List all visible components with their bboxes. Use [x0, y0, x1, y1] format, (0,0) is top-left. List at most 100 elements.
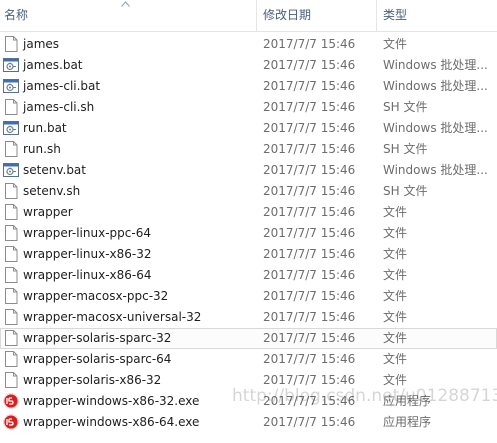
- file-modified-date: 2017/7/7 15:46: [263, 352, 356, 366]
- file-row[interactable]: run.bat 2017/7/7 15:46 Windows 批处理...: [0, 118, 497, 139]
- file-modified-date: 2017/7/7 15:46: [263, 289, 356, 303]
- file-type: Windows 批处理...: [383, 163, 488, 177]
- batch-file-icon: [3, 162, 19, 178]
- file-modified-date: 2017/7/7 15:46: [263, 331, 356, 345]
- file-type: 文件: [383, 37, 408, 51]
- blank-file-icon: [3, 99, 19, 115]
- file-name: setenv.bat: [23, 163, 86, 177]
- file-name: run.bat: [23, 121, 67, 135]
- file-row[interactable]: wrapper-windows-x86-64.exe 2017/7/7 15:46…: [0, 412, 497, 433]
- file-modified-date: 2017/7/7 15:46: [263, 37, 356, 51]
- column-header-type[interactable]: 类型: [383, 0, 407, 31]
- file-modified-date: 2017/7/7 15:46: [263, 205, 356, 219]
- column-divider[interactable]: [256, 0, 257, 31]
- file-type: Windows 批处理...: [383, 121, 488, 135]
- file-modified-date: 2017/7/7 15:46: [263, 268, 356, 282]
- file-type: 文件: [383, 226, 408, 240]
- file-name: james-cli.bat: [23, 79, 101, 93]
- blank-file-icon: [3, 204, 19, 220]
- file-row[interactable]: wrapper-linux-x86-32 2017/7/7 15:46 文件: [0, 244, 497, 265]
- file-modified-date: 2017/7/7 15:46: [263, 142, 356, 156]
- file-modified-date: 2017/7/7 15:46: [263, 184, 356, 198]
- file-row[interactable]: setenv.sh 2017/7/7 15:46 SH 文件: [0, 181, 497, 202]
- batch-file-icon: [3, 57, 19, 73]
- file-name: wrapper-macosx-ppc-32: [23, 289, 169, 303]
- file-list: james 2017/7/7 15:46 文件 james.bat 2017/7/7 1…: [0, 34, 497, 433]
- file-name: wrapper-windows-x86-64.exe: [23, 415, 200, 429]
- column-divider[interactable]: [376, 0, 377, 31]
- file-modified-date: 2017/7/7 15:46: [263, 310, 356, 324]
- file-modified-date: 2017/7/7 15:46: [263, 394, 356, 408]
- file-row[interactable]: wrapper-linux-ppc-64 2017/7/7 15:46 文件: [0, 223, 497, 244]
- file-modified-date: 2017/7/7 15:46: [263, 100, 356, 114]
- blank-file-icon: [3, 309, 19, 325]
- file-name: wrapper-windows-x86-32.exe: [23, 394, 200, 408]
- file-type: 文件: [383, 310, 408, 324]
- file-name: wrapper-linux-x86-64: [23, 268, 152, 282]
- blank-file-icon: [3, 267, 19, 283]
- file-row[interactable]: setenv.bat 2017/7/7 15:46 Windows 批处理...: [0, 160, 497, 181]
- file-name: run.sh: [23, 142, 61, 156]
- blank-file-icon: [3, 225, 19, 241]
- file-modified-date: 2017/7/7 15:46: [263, 415, 356, 429]
- blank-file-icon: [3, 351, 19, 367]
- column-header-bar: 名称 修改日期 类型: [0, 0, 497, 32]
- file-type: 应用程序: [383, 415, 432, 429]
- blank-file-icon: [3, 330, 19, 346]
- file-row[interactable]: wrapper-linux-x86-64 2017/7/7 15:46 文件: [0, 265, 497, 286]
- batch-file-icon: [3, 120, 19, 136]
- file-type: 文件: [383, 352, 408, 366]
- blank-file-icon: [3, 288, 19, 304]
- file-row[interactable]: james 2017/7/7 15:46 文件: [0, 34, 497, 55]
- file-row[interactable]: wrapper-macosx-universal-32 2017/7/7 15:4…: [0, 307, 497, 328]
- file-type: 文件: [383, 205, 408, 219]
- file-type: SH 文件: [383, 142, 428, 156]
- sort-ascending-icon: [121, 1, 130, 7]
- file-row[interactable]: wrapper-solaris-sparc-32 2017/7/7 15:46 文件: [0, 328, 497, 349]
- file-type: SH 文件: [383, 184, 428, 198]
- file-name: wrapper-solaris-sparc-64: [23, 352, 172, 366]
- file-type: Windows 批处理...: [383, 79, 488, 93]
- file-name: wrapper: [23, 205, 73, 219]
- file-type: 文件: [383, 247, 408, 261]
- file-row[interactable]: wrapper-solaris-x86-32 2017/7/7 15:46 文件: [0, 370, 497, 391]
- blank-file-icon: [3, 246, 19, 262]
- file-type: 文件: [383, 289, 408, 303]
- file-modified-date: 2017/7/7 15:46: [263, 163, 356, 177]
- file-row[interactable]: wrapper 2017/7/7 15:46 文件: [0, 202, 497, 223]
- file-name: wrapper-solaris-x86-32: [23, 373, 162, 387]
- file-row[interactable]: james-cli.sh 2017/7/7 15:46 SH 文件: [0, 97, 497, 118]
- file-type: 文件: [383, 268, 408, 282]
- file-row[interactable]: wrapper-macosx-ppc-32 2017/7/7 15:46 文件: [0, 286, 497, 307]
- file-modified-date: 2017/7/7 15:46: [263, 79, 356, 93]
- file-row[interactable]: wrapper-windows-x86-32.exe 2017/7/7 15:46…: [0, 391, 497, 412]
- file-type: SH 文件: [383, 100, 428, 114]
- file-modified-date: 2017/7/7 15:46: [263, 58, 356, 72]
- blank-file-icon: [3, 372, 19, 388]
- file-type: 文件: [383, 331, 408, 345]
- file-type: Windows 批处理...: [383, 58, 488, 72]
- column-header-name[interactable]: 名称: [4, 0, 28, 31]
- file-name: james: [23, 37, 60, 51]
- file-type: 文件: [383, 373, 408, 387]
- batch-file-icon: [3, 78, 19, 94]
- file-type: 应用程序: [383, 394, 432, 408]
- blank-file-icon: [3, 183, 19, 199]
- blank-file-icon: [3, 141, 19, 157]
- file-row[interactable]: james.bat 2017/7/7 15:46 Windows 批处理...: [0, 55, 497, 76]
- file-name: james.bat: [23, 58, 83, 72]
- blank-file-icon: [3, 36, 19, 52]
- file-name: james-cli.sh: [23, 100, 95, 114]
- file-row[interactable]: run.sh 2017/7/7 15:46 SH 文件: [0, 139, 497, 160]
- column-header-date[interactable]: 修改日期: [263, 0, 311, 31]
- file-name: wrapper-linux-ppc-64: [23, 226, 151, 240]
- file-row[interactable]: james-cli.bat 2017/7/7 15:46 Windows 批处理..…: [0, 76, 497, 97]
- file-name: wrapper-linux-x86-32: [23, 247, 152, 261]
- file-name: setenv.sh: [23, 184, 81, 198]
- file-modified-date: 2017/7/7 15:46: [263, 226, 356, 240]
- file-name: wrapper-macosx-universal-32: [23, 310, 202, 324]
- file-row[interactable]: wrapper-solaris-sparc-64 2017/7/7 15:46 文件: [0, 349, 497, 370]
- file-modified-date: 2017/7/7 15:46: [263, 121, 356, 135]
- exe-app-icon: [3, 414, 19, 430]
- file-modified-date: 2017/7/7 15:46: [263, 373, 356, 387]
